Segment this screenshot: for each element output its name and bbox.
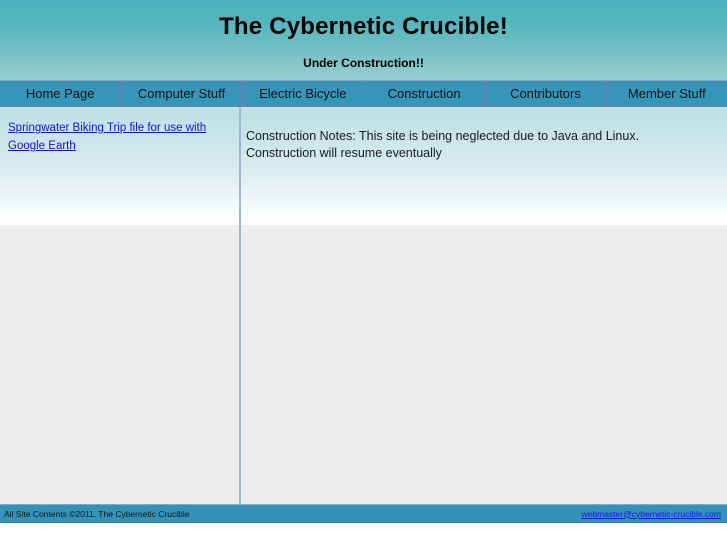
footer-webmaster-email-link[interactable]: webmaster@cybernetic-crucible.com (582, 509, 721, 519)
nav-tab-label: Contributors (510, 86, 581, 101)
nav-tab-label: Computer Stuff (137, 86, 226, 101)
nav-tab-label: Home Page (25, 86, 95, 101)
nav-tab-label: Electric Bicycle (259, 86, 347, 101)
page-root: The Cybernetic Crucible! Under Construct… (0, 0, 727, 545)
nav-tab-contributors[interactable]: Contributors (485, 81, 607, 106)
nav-tab-label: Member Stuff (627, 86, 706, 101)
nav-tab-computer-stuff[interactable]: Computer Stuff (121, 81, 243, 106)
nav-tab-label: Construction (387, 86, 461, 101)
page-bottom-margin (0, 523, 727, 545)
site-header: The Cybernetic Crucible! Under Construct… (0, 0, 727, 80)
under-construction-notice: Under Construction!! (303, 56, 424, 70)
content-area: Springwater Biking Trip file for use wit… (0, 107, 727, 504)
construction-notes-text: Construction Notes: This site is being n… (246, 129, 640, 160)
nav-tab-construction[interactable]: Construction (363, 81, 486, 106)
nav-tab-home-page[interactable]: Home Page (0, 81, 122, 106)
main-column: Construction Notes: This site is being n… (241, 107, 727, 504)
site-footer: All Site Contents ©2011. The Cybernetic … (0, 504, 727, 523)
nav-tab-member-stuff[interactable]: Member Stuff (606, 81, 727, 106)
sidebar-column: Springwater Biking Trip file for use wit… (0, 107, 239, 504)
main-navigation: Home Page Computer Stuff Electric Bicycl… (0, 80, 727, 107)
sidebar-link-springwater-biking-trip[interactable]: Springwater Biking Trip file for use wit… (8, 122, 206, 152)
footer-copyright: All Site Contents ©2011. The Cybernetic … (4, 508, 190, 519)
nav-tab-electric-bicycle[interactable]: Electric Bicycle (242, 81, 364, 106)
page-title: The Cybernetic Crucible! (219, 13, 508, 40)
